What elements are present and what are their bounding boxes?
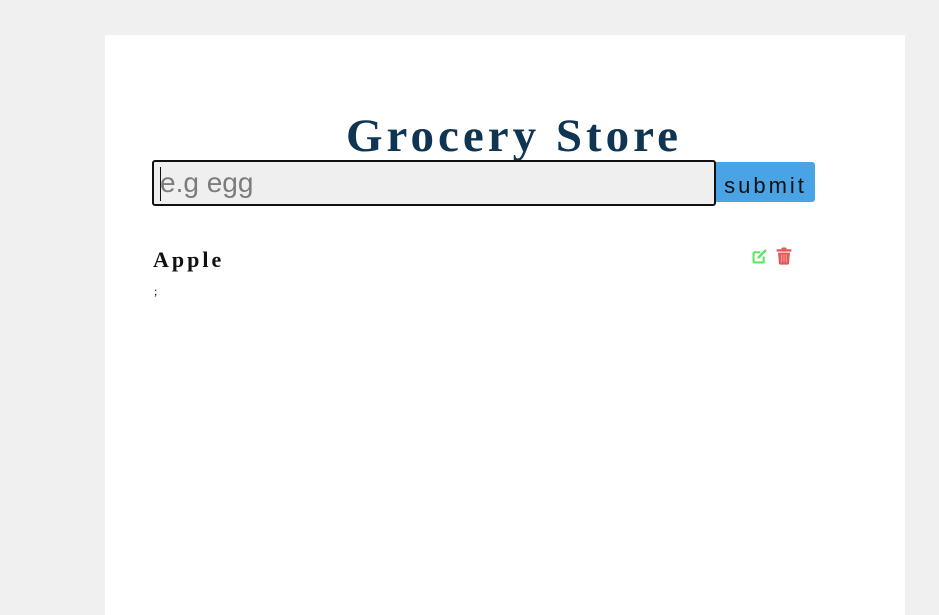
page-title: Grocery Store [345,110,683,162]
item-note: ; [154,284,158,298]
submit-button[interactable]: submit [716,162,815,202]
grocery-card: Grocery Store submit Apple ; [105,35,905,615]
grocery-item-input[interactable] [152,160,716,206]
trash-icon[interactable] [776,247,794,265]
edit-icon[interactable] [751,248,769,266]
item-name: Apple [153,247,225,272]
text-cursor [160,167,161,201]
list-item: Apple ; [153,247,803,307]
